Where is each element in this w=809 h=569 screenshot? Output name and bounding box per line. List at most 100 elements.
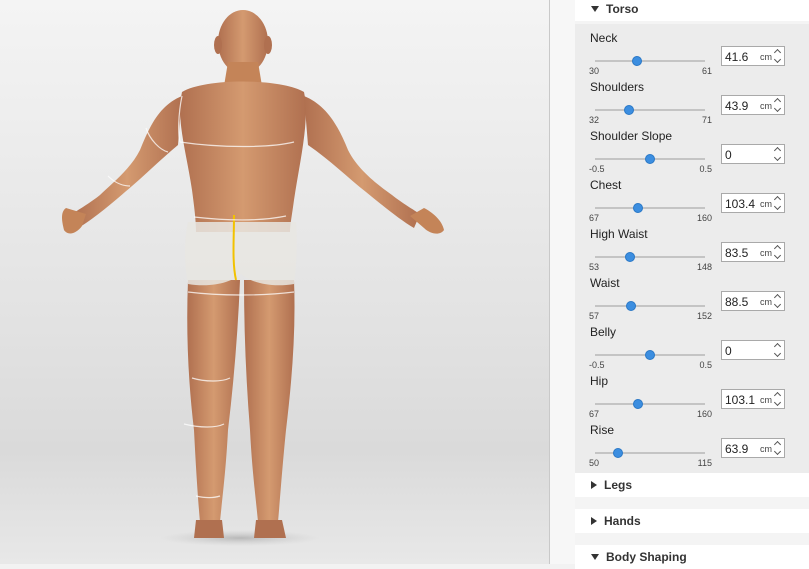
measurement-input[interactable]: 88.5 cm: [721, 291, 785, 311]
3d-viewport[interactable]: [0, 0, 549, 564]
measurement-input[interactable]: 103.4 cm: [721, 193, 785, 213]
slider-thumb[interactable]: [613, 448, 624, 458]
section-torso-title: Torso: [606, 2, 639, 16]
measurement-label: Shoulders: [590, 80, 645, 94]
slider-thumb[interactable]: [645, 350, 655, 360]
spinner-icon[interactable]: [773, 48, 782, 64]
measurement-value: 103.1: [725, 393, 756, 407]
slider-thumb[interactable]: [645, 154, 655, 164]
slider-track[interactable]: [595, 207, 705, 209]
slider-max-label: 148: [696, 262, 712, 272]
measurement-row-neck: Neck 30 61 41.6 cm: [575, 31, 809, 80]
measurement-value: 83.5: [725, 246, 749, 260]
section-torso-header[interactable]: Torso: [575, 0, 809, 21]
measurement-input[interactable]: 103.1 cm: [721, 389, 785, 409]
slider-max-label: 160: [696, 213, 712, 223]
measurement-input[interactable]: 0: [721, 144, 785, 164]
measurement-row-high-waist: High Waist 53 148 83.5 cm: [575, 227, 809, 276]
measurement-value: 41.6: [725, 50, 749, 64]
chevron-right-icon: [591, 517, 597, 525]
chevron-right-icon: [591, 481, 597, 489]
measurement-row-shoulder-slope: Shoulder Slope -0.5 0.5 0: [575, 129, 809, 178]
panel-gutter: [550, 0, 575, 564]
slider-thumb[interactable]: [632, 399, 643, 409]
measurement-value: 103.4: [725, 197, 756, 211]
measurement-label: High Waist: [590, 227, 648, 241]
spinner-icon[interactable]: [773, 97, 782, 113]
measurement-row-chest: Chest 67 160 103.4 cm: [575, 178, 809, 227]
section-hands-header[interactable]: Hands: [575, 509, 809, 533]
section-hands-title: Hands: [604, 514, 641, 528]
right-leg: [244, 280, 295, 522]
chevron-down-icon: [591, 554, 599, 560]
measurement-value: 0: [725, 344, 732, 358]
slider-max-label: 160: [696, 409, 712, 419]
slider-max-label: 0.5: [699, 164, 712, 174]
slider-track[interactable]: [595, 109, 705, 111]
measurement-input[interactable]: 0: [721, 340, 785, 360]
slider-min-label: 57: [589, 311, 600, 321]
slider-thumb[interactable]: [626, 301, 637, 311]
slider-track[interactable]: [595, 60, 705, 62]
measurement-label: Shoulder Slope: [590, 129, 673, 143]
measurement-unit: cm: [760, 297, 772, 307]
measurement-input[interactable]: 83.5 cm: [721, 242, 785, 262]
section-legs-header[interactable]: Legs: [575, 473, 809, 497]
spinner-icon[interactable]: [773, 391, 782, 407]
measurement-row-hip: Hip 67 160 103.1 cm: [575, 374, 809, 423]
slider-max-label: 0.5: [699, 360, 712, 370]
slider-max-label: 152: [696, 311, 712, 321]
left-leg: [187, 280, 240, 522]
slider-track[interactable]: [595, 403, 705, 405]
slider-track[interactable]: [595, 305, 705, 307]
measurement-unit: cm: [760, 248, 772, 258]
slider-min-label: 50: [589, 458, 600, 468]
measurement-label: Rise: [590, 423, 615, 437]
measurement-row-waist: Waist 57 152 88.5 cm: [575, 276, 809, 325]
measurement-value: 43.9: [725, 99, 749, 113]
spinner-icon[interactable]: [773, 293, 782, 309]
spinner-icon[interactable]: [773, 342, 782, 358]
spinner-icon[interactable]: [773, 195, 782, 211]
measurements-panel: Torso Neck 30 61 41.6 cm Shoulders 32 71…: [575, 0, 809, 569]
measurement-unit: cm: [760, 101, 772, 111]
spinner-icon[interactable]: [773, 440, 782, 456]
section-body-shaping-title: Body Shaping: [606, 550, 687, 564]
slider-track[interactable]: [595, 452, 705, 454]
slider-thumb[interactable]: [631, 56, 642, 66]
underwear: [185, 222, 297, 286]
slider-max-label: 71: [701, 115, 712, 125]
measurement-input[interactable]: 43.9 cm: [721, 95, 785, 115]
slider-thumb[interactable]: [624, 105, 635, 115]
spinner-icon[interactable]: [773, 244, 782, 260]
measurement-unit: cm: [760, 444, 772, 454]
section-legs-title: Legs: [604, 478, 633, 492]
torso-section-body: Neck 30 61 41.6 cm Shoulders 32 71 43.9 …: [575, 24, 809, 473]
slider-max-label: 61: [701, 66, 712, 76]
slider-track[interactable]: [595, 256, 705, 258]
measurement-unit: cm: [760, 395, 772, 405]
measurement-label: Belly: [590, 325, 617, 339]
slider-thumb[interactable]: [632, 203, 643, 213]
measurement-row-rise: Rise 50 115 63.9 cm: [575, 423, 809, 472]
measurement-label: Neck: [590, 31, 618, 45]
section-body-shaping-header[interactable]: Body Shaping: [575, 545, 809, 569]
measurement-value: 63.9: [725, 442, 749, 456]
measurement-label: Waist: [590, 276, 620, 290]
measurement-unit: cm: [760, 52, 772, 62]
measurement-input[interactable]: 41.6 cm: [721, 46, 785, 66]
chevron-down-icon: [591, 6, 599, 12]
left-arm: [72, 96, 182, 228]
slider-thumb[interactable]: [625, 252, 636, 262]
measurement-value: 88.5: [725, 295, 749, 309]
slider-min-label: -0.5: [589, 164, 605, 174]
spinner-icon[interactable]: [773, 146, 782, 162]
measurement-row-shoulders: Shoulders 32 71 43.9 cm: [575, 80, 809, 129]
slider-max-label: 115: [697, 458, 712, 468]
measurement-unit: cm: [760, 199, 772, 209]
measurement-label: Chest: [590, 178, 622, 192]
measurement-input[interactable]: 63.9 cm: [721, 438, 785, 458]
avatar-model[interactable]: [0, 0, 549, 564]
right-arm: [304, 96, 420, 228]
slider-min-label: -0.5: [589, 360, 605, 370]
